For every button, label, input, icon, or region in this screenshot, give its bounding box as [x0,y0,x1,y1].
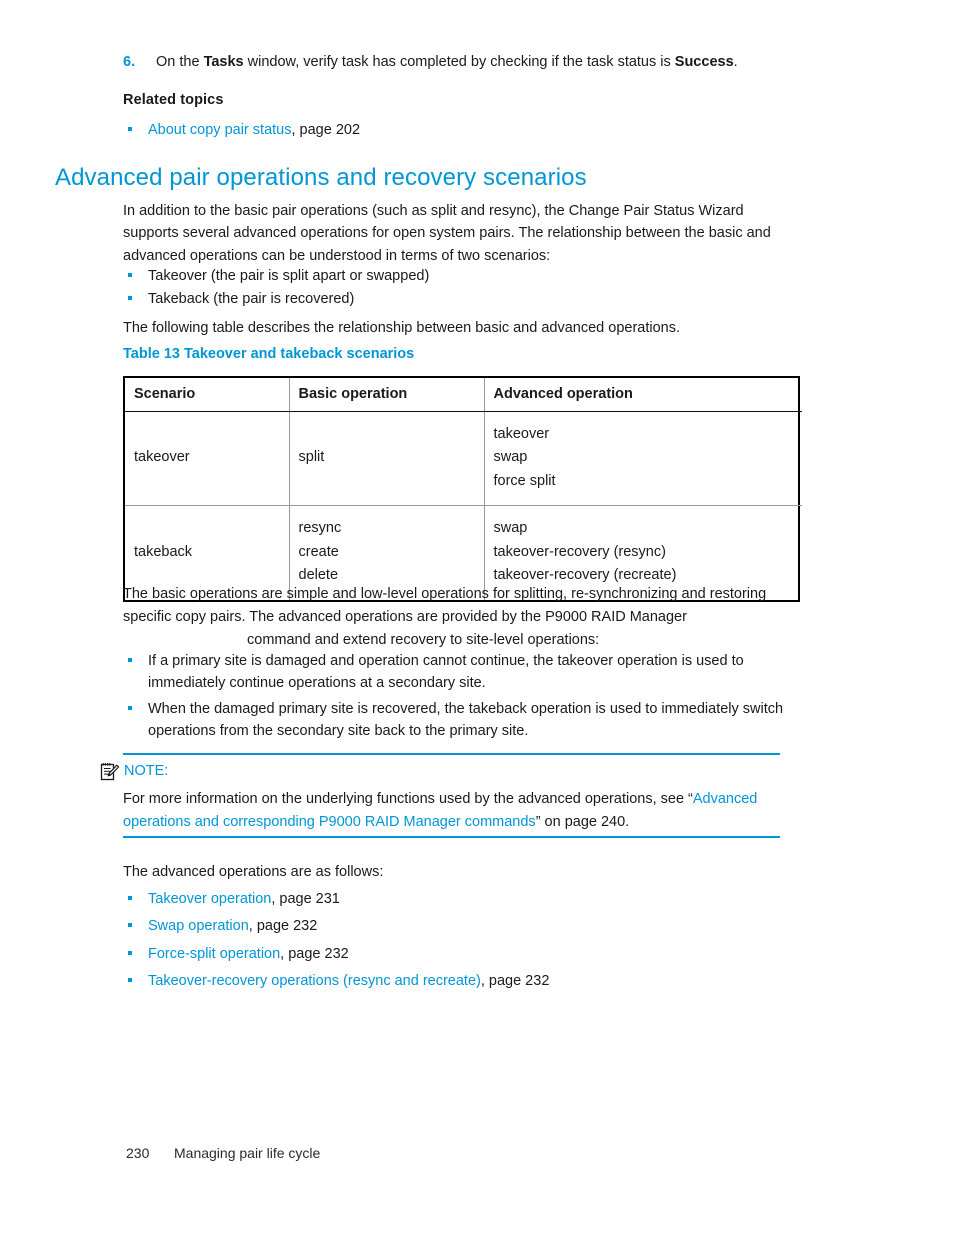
step-number: 6. [123,54,136,70]
closing-lead-paragraph: The advanced operations are as follows: [123,864,384,880]
cell-line: takeover [493,426,550,442]
scenario-takeover-text: Takeover (the pair is split apart or swa… [148,268,430,284]
column-header-advanced-operation: Advanced operation [484,378,802,412]
step-bold-success: Success [674,54,734,70]
step-text-part1: On the [156,54,204,70]
link-takeover-recovery-operations[interactable]: Takeover-recovery operations (resync and… [148,973,481,989]
list-item-page-ref: , page 232 [280,945,349,962]
scenario-takeback-text: Takeback (the pair is recovered) [148,291,355,308]
related-topics-heading: Related topics [123,92,224,108]
cell-line: swap [493,449,528,466]
takeover-takeback-table: Scenario Basic operation Advanced operat… [125,378,802,600]
column-header-basic-operation: Basic operation [289,378,485,412]
cell-line: create [298,543,339,560]
bullet-square-icon [128,978,132,983]
link-about-copy-pair-status[interactable]: About copy pair status [148,122,291,138]
bullet-square-icon [128,296,132,301]
cell-line: split [298,449,325,466]
bullet-square-icon [128,127,132,131]
bullet-square-icon [128,658,132,662]
cell-scenario-takeover: takeover [125,411,290,507]
list-item: Takeover-recovery operations (resync and… [123,970,791,992]
bullet-square-icon [128,923,132,928]
note-label: NOTE: [124,763,169,779]
list-item-page-ref: , page 232 [480,973,550,990]
link-force-split-operation[interactable]: Force-split operation [148,946,280,962]
note-divider-bottom [123,836,780,838]
cell-line: resync [298,520,342,537]
step-text-part2: window, verify task has completed by che… [243,54,675,70]
list-item: Takeback (the pair is recovered) [123,288,783,310]
bullet-square-icon [128,273,132,277]
post-bullet-takeback: When the damaged primary site is recover… [148,700,784,740]
step-text: On the Tasks window, verify task has com… [156,52,803,73]
note-body-text: For more information on the underlying f… [123,788,783,834]
page-title: Advanced pair operations and recovery sc… [55,164,587,191]
document-page: 6. On the Tasks window, verify task has … [0,0,954,1235]
step-bold-tasks: Tasks [203,54,244,70]
list-item: Force-split operation, page 232 [123,943,791,965]
note-pencil-icon [100,762,120,782]
bullet-square-icon [128,950,132,955]
related-topics-list: About copy pair status, page 202 [123,119,783,142]
list-item: Swap operation, page 232 [123,915,791,937]
post-table-bullet-list: If a primary site is damaged and operati… [123,650,791,746]
step-text-part3: . [733,54,738,70]
post-table-paragraph: The basic operations are simple and low-… [123,583,801,651]
note-text-after: ” on page 240. [535,813,630,830]
post-paragraph-line-1: The basic operations are simple and low-… [123,586,767,625]
list-item: Takeover operation, page 231 [123,888,791,910]
scenario-list: Takeover (the pair is split apart or swa… [123,265,783,312]
list-item-page-ref: , page 232 [248,918,318,935]
link-takeover-operation[interactable]: Takeover operation [148,891,271,907]
advanced-operations-list: Takeover operation, page 231 Swap operat… [123,888,791,998]
list-item: If a primary site is damaged and operati… [123,650,791,695]
table-13-container: Scenario Basic operation Advanced operat… [123,376,802,602]
numbered-step-6: 6. On the Tasks window, verify task has … [123,52,803,73]
list-item: About copy pair status, page 202 [123,119,783,141]
cell-advanced-takeover: takeover swap force split [484,411,802,507]
cell-line: swap [493,520,528,537]
list-item: When the damaged primary site is recover… [123,698,791,743]
post-bullet-primary-site: If a primary site is damaged and operati… [148,653,744,692]
list-item-page-ref: , page 202 [291,122,361,138]
cell-basic-takeover: split [289,411,485,507]
bullet-square-icon [128,896,132,900]
cell-line: takeover-recovery (resync) [493,543,666,560]
table-caption: Table 13 Takeover and takeback scenarios [123,346,415,362]
table-lead-paragraph: The following table describes the relati… [123,320,680,336]
footer-page-number: 230 [126,1145,150,1161]
note-divider-top [123,753,780,755]
note-text-before: For more information on the underlying f… [123,791,693,807]
table-header-row: Scenario Basic operation Advanced operat… [125,378,802,412]
footer-chapter-title: Managing pair life cycle [174,1145,321,1161]
post-paragraph-line-2: command and extend recovery to site-leve… [247,631,600,648]
list-item: Takeover (the pair is split apart or swa… [123,265,783,287]
link-swap-operation[interactable]: Swap operation [148,918,249,934]
page-footer: 230 Managing pair life cycle [126,1145,320,1161]
table-row: takeover split takeover swap force split [125,411,802,507]
intro-paragraph: In addition to the basic pair operations… [123,203,771,264]
bullet-square-icon [128,705,132,710]
list-item-page-ref: , page 231 [271,891,340,907]
cell-line: force split [493,472,556,489]
column-header-scenario: Scenario [125,378,290,412]
